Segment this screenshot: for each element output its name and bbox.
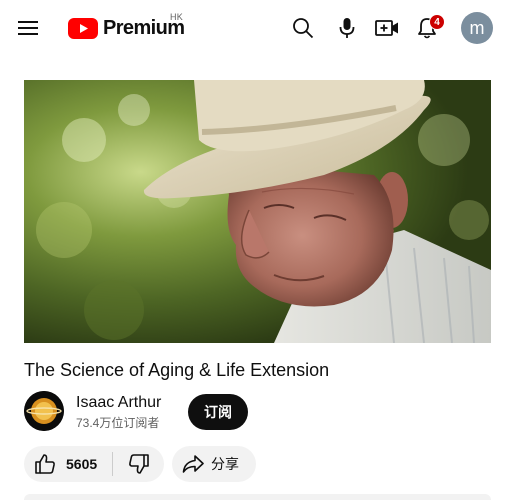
like-count: 5605 bbox=[66, 456, 98, 472]
menu-icon bbox=[18, 21, 38, 35]
dislike-button[interactable] bbox=[113, 446, 164, 482]
notification-badge: 4 bbox=[429, 14, 445, 30]
top-app-bar: Premium HK 4 m bbox=[0, 0, 515, 56]
thumbs-down-icon bbox=[128, 454, 149, 474]
channel-avatar[interactable] bbox=[24, 391, 64, 431]
like-button[interactable]: 5605 bbox=[24, 446, 112, 482]
share-button[interactable]: 分享 bbox=[172, 446, 256, 482]
menu-button[interactable] bbox=[14, 14, 42, 42]
video-title: The Science of Aging & Life Extension bbox=[24, 360, 330, 380]
share-icon bbox=[182, 455, 204, 473]
microphone-icon bbox=[339, 18, 355, 38]
avatar-letter: m bbox=[469, 17, 485, 38]
channel-name[interactable]: Isaac Arthur bbox=[76, 394, 161, 412]
video-player[interactable] bbox=[24, 80, 491, 343]
video-thumbnail bbox=[24, 80, 491, 343]
search-icon bbox=[293, 18, 314, 39]
search-button[interactable] bbox=[289, 14, 317, 42]
description-box[interactable] bbox=[24, 494, 491, 500]
thumbs-up-icon bbox=[35, 454, 55, 474]
youtube-premium-logo[interactable]: Premium bbox=[68, 17, 185, 39]
subscriber-count: 73.4万位订阅者 bbox=[76, 416, 160, 430]
channel-logo-icon bbox=[24, 391, 64, 431]
create-button[interactable] bbox=[373, 14, 401, 42]
create-video-icon bbox=[375, 20, 398, 36]
subscribe-button[interactable]: 订阅 bbox=[188, 394, 248, 430]
share-label: 分享 bbox=[211, 456, 239, 472]
youtube-play-icon bbox=[68, 17, 98, 39]
like-dislike-group: 5605 bbox=[24, 446, 164, 482]
account-avatar[interactable]: m bbox=[461, 12, 493, 44]
voice-search-button[interactable] bbox=[333, 14, 361, 42]
region-code: HK bbox=[170, 12, 184, 22]
